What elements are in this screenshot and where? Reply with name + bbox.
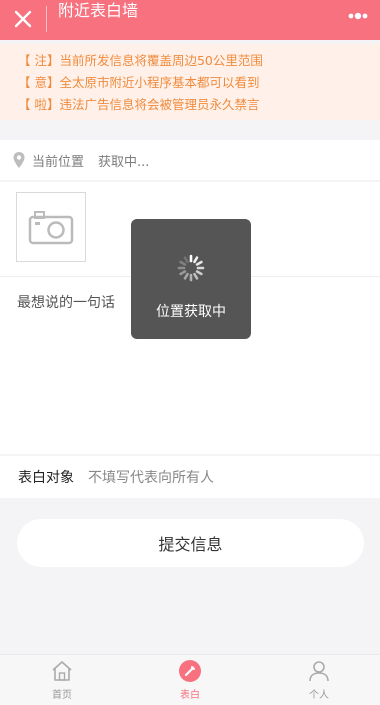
wish-textarea[interactable]: 最想说的一句话 [17,292,115,312]
submit-button[interactable]: 提交信息 [17,519,364,567]
tab-label: 首页 [52,690,72,701]
notice-line: 【 啦】违法广告信息将会被管理员永久禁言 [18,97,260,112]
page-title: 附近表白墙 [58,1,139,20]
loading-spinner-icon [177,254,205,282]
camera-icon [28,211,74,245]
tab-confess[interactable]: 表白 [160,659,220,705]
more-icon [348,12,368,20]
target-input[interactable]: 不填写代表向所有人 [88,467,214,487]
tab-profile[interactable]: 个人 [289,659,349,705]
notice-box: 【 注】当前所发信息将覆盖周边50公里范围 【 意】全太原市附近小程序基本都可以… [0,44,380,120]
close-button[interactable] [8,4,38,34]
tab-home[interactable]: 首页 [32,659,92,705]
location-pin-icon [13,152,25,168]
tab-label: 个人 [309,690,329,701]
person-icon [309,661,329,682]
confess-icon [179,660,201,682]
close-icon [14,10,32,28]
notice-line: 【 注】当前所发信息将覆盖周边50公里范围 [18,53,263,68]
target-row: 表白对象 不填写代表向所有人 [0,456,380,498]
home-icon [52,661,72,681]
top-bar: 附近表白墙 [0,0,380,40]
tab-bar: 首页 表白 个人 [0,654,380,705]
target-label: 表白对象 [18,470,74,486]
tab-label: 表白 [180,690,200,701]
more-button[interactable] [346,6,370,26]
notice-line: 【 意】全太原市附近小程序基本都可以看到 [18,75,260,90]
location-value: 获取中... [98,154,150,170]
add-photo-button[interactable] [16,192,86,262]
toast-message: 位置获取中 [156,304,226,320]
topbar-divider [46,6,47,32]
location-row[interactable]: 当前位置 获取中... [0,140,380,180]
loading-toast: 位置获取中 [131,219,251,339]
location-label: 当前位置 [32,154,85,170]
